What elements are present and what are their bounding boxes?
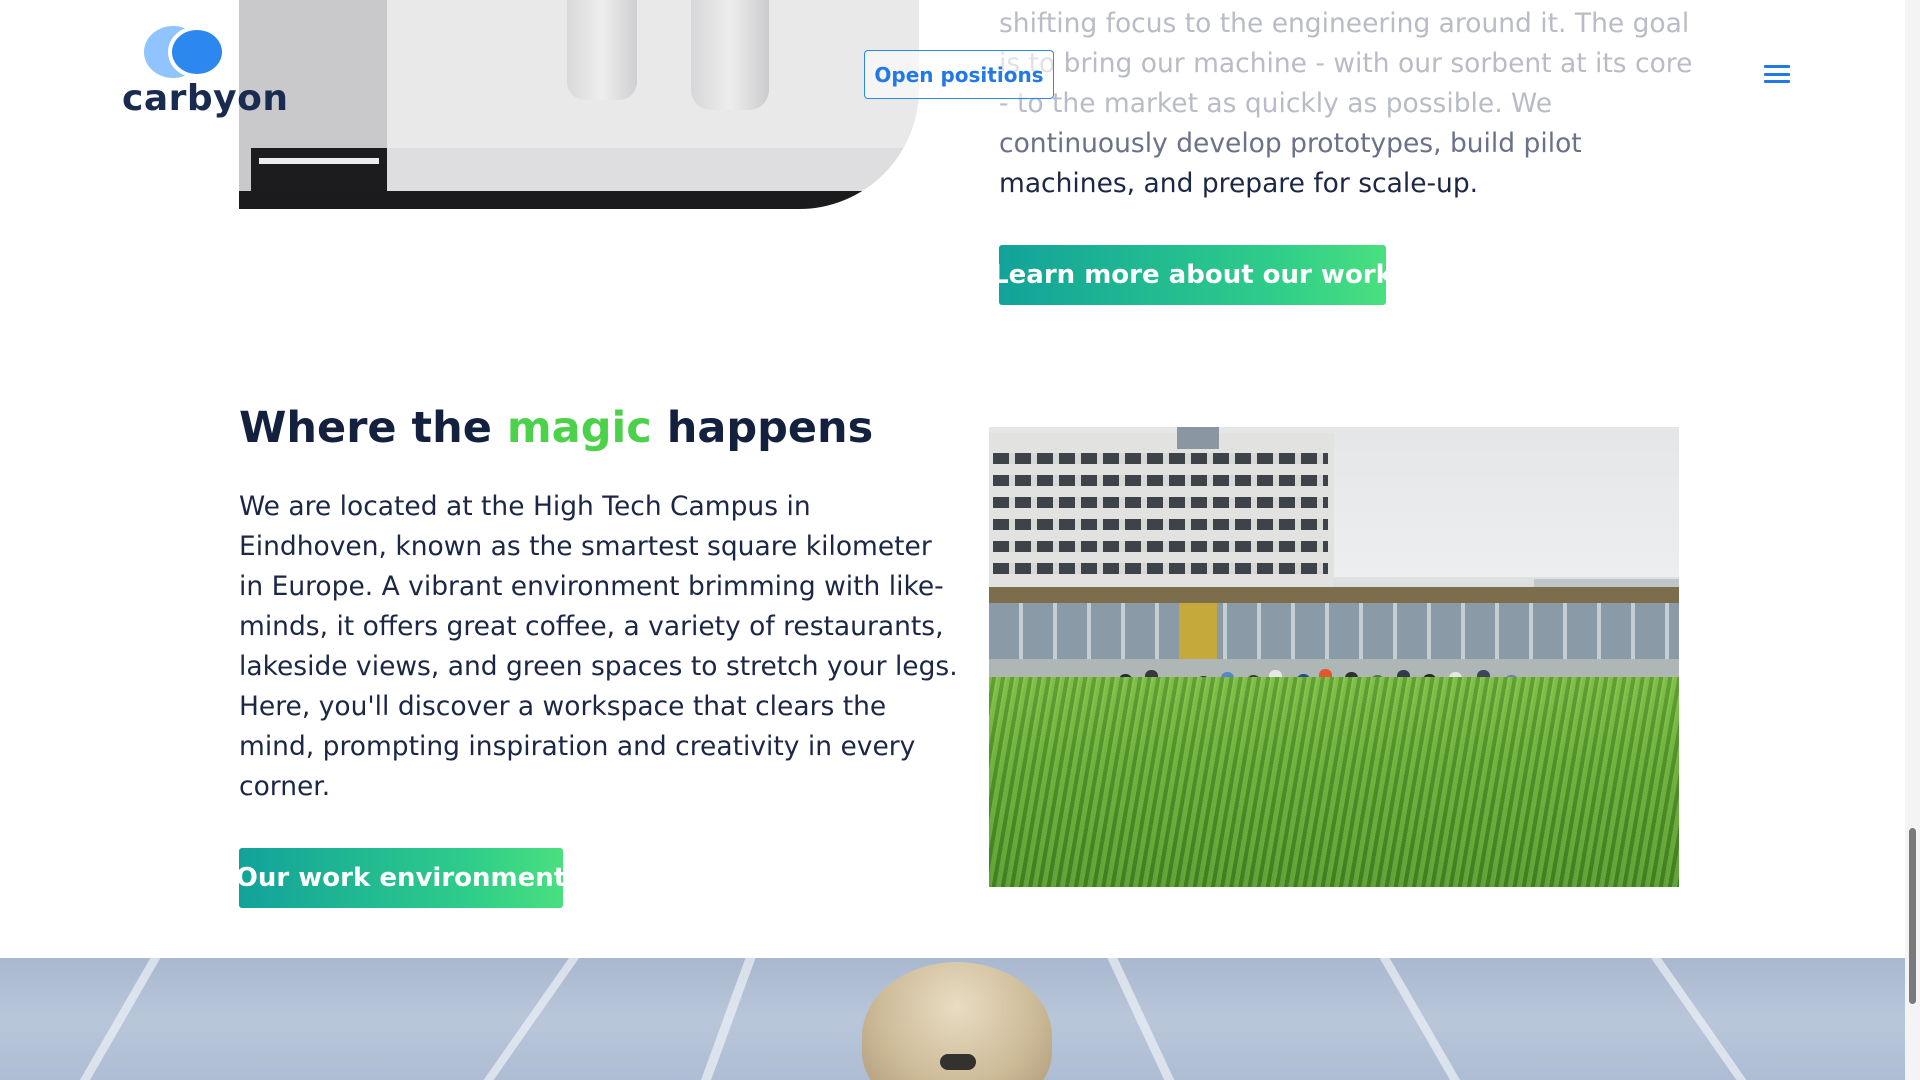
work-intro-text: shifting focus to the engineering around…: [999, 4, 1699, 204]
learn-more-about-work-button[interactable]: Learn more about our work: [992, 245, 1393, 305]
section-title: Where the magic happens: [239, 403, 874, 453]
hair-tie: [940, 1054, 976, 1070]
body-line: minds, it offers great coffee, a variety…: [239, 611, 944, 642]
intro-line: shifting focus to the engineering around…: [999, 8, 1690, 39]
carbyon-logo[interactable]: carbyon: [122, 26, 288, 120]
body-line: Eindhoven, known as the smartest square …: [239, 531, 932, 562]
open-positions-button[interactable]: Open positions: [864, 50, 1054, 99]
logo-wordmark: carbyon: [122, 78, 289, 119]
title-accent-word: magic: [506, 403, 652, 453]
body-line: We are located at the High Tech Campus i…: [239, 491, 811, 522]
high-tech-campus-photo: [989, 427, 1679, 887]
software-screenshot-image: [239, 0, 919, 209]
body-line: corner.: [239, 771, 331, 802]
body-line: lakeside views, and green spaces to stre…: [239, 651, 958, 682]
our-work-environment-button[interactable]: Our work environment: [236, 848, 566, 908]
logo-circle-dark: [168, 26, 226, 78]
intro-line: - to the market as quickly as possible. …: [999, 88, 1552, 119]
tall-grass: [989, 677, 1679, 887]
intro-line: machines, and prepare for scale-up.: [999, 168, 1479, 199]
intro-line: continuously develop prototypes, build p…: [999, 128, 1582, 159]
intro-line: is to bring our machine - with our sorbe…: [999, 48, 1693, 79]
body-line: Here, you'll discover a workspace that c…: [239, 691, 887, 722]
body-line: mind, prompting inspiration and creativi…: [239, 731, 916, 762]
location-description: We are located at the High Tech Campus i…: [239, 487, 958, 807]
hero-banner-image: [0, 958, 1905, 1080]
page: carbyon Open positions shifting focus to…: [0, 0, 1920, 1080]
body-line: in Europe. A vibrant environment brimmin…: [239, 571, 944, 602]
scrollbar-thumb[interactable]: [1909, 828, 1916, 1004]
hamburger-menu-icon[interactable]: [1764, 65, 1790, 83]
